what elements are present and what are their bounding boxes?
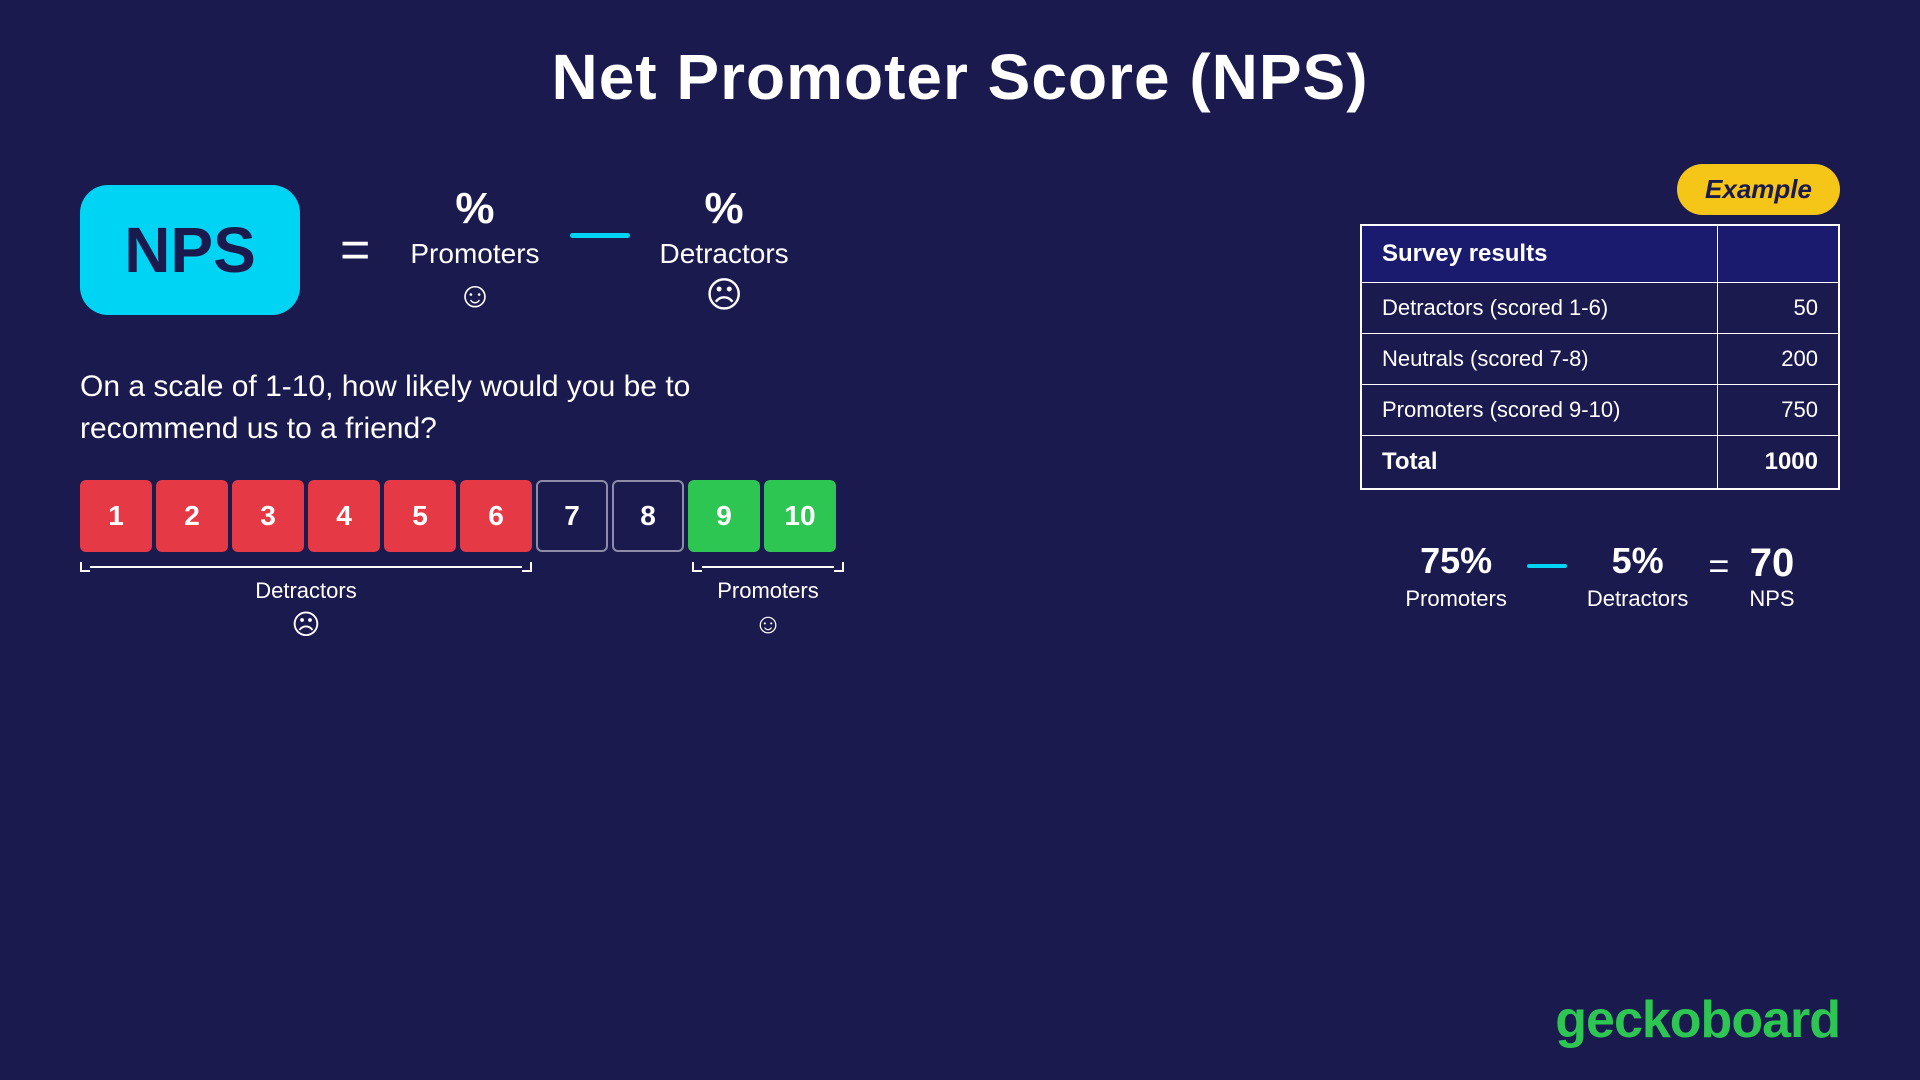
scale-cell-1: 1 <box>80 480 152 552</box>
scale-cell-6: 6 <box>460 480 532 552</box>
promoters-bracket: Promoters ☺ <box>692 562 844 640</box>
table-header-label: Survey results <box>1361 225 1718 283</box>
formula-detractors: % Detractors ☹ <box>660 184 789 316</box>
detractors-row-value: 50 <box>1718 283 1839 334</box>
calc-promoters: 75% Promoters <box>1405 540 1506 612</box>
detractors-label: Detractors <box>660 238 789 270</box>
bracket-promoters-emoji: ☺ <box>754 608 783 640</box>
scale-cell-8: 8 <box>612 480 684 552</box>
nps-calc-row: 75% Promoters 5% Detractors = 70 NPS <box>1360 540 1840 612</box>
calc-nps-value: 70 <box>1750 541 1795 586</box>
bracket-promoters-label: Promoters <box>717 578 818 604</box>
bracket-horizontal-promoter <box>702 566 834 568</box>
table-row-total: Total 1000 <box>1361 436 1839 490</box>
scale-cell-9: 9 <box>688 480 760 552</box>
calc-nps-result: 70 NPS <box>1749 541 1794 612</box>
scale-bar: 1 2 3 4 5 6 7 8 9 10 <box>80 480 1300 552</box>
neutrals-row-value: 200 <box>1718 334 1839 385</box>
total-value: 1000 <box>1718 436 1839 490</box>
nps-badge-text: NPS <box>124 213 256 287</box>
promoters-label: Promoters <box>410 238 539 270</box>
bracket-corner-left <box>80 562 90 572</box>
promoters-row-value: 750 <box>1718 385 1839 436</box>
promoters-emoji: ☺ <box>457 274 494 316</box>
promoters-row-label: Promoters (scored 9-10) <box>1361 385 1718 436</box>
bracket-horizontal-left <box>90 566 522 568</box>
calc-detractors-label: Detractors <box>1587 586 1688 612</box>
detractors-row-label: Detractors (scored 1-6) <box>1361 283 1718 334</box>
nps-badge: NPS <box>80 185 300 315</box>
calc-nps-label: NPS <box>1749 586 1794 612</box>
detractors-emoji: ☹ <box>705 274 743 316</box>
table-header-value <box>1718 225 1839 283</box>
bracket-corner-right <box>522 562 532 572</box>
minus-separator <box>570 233 630 238</box>
bracket-promoter-corner-left <box>692 562 702 572</box>
detractors-bracket: Detractors ☹ <box>80 562 532 641</box>
formula-row: NPS = % Promoters ☺ % Detractors ☹ <box>80 184 1300 316</box>
example-badge: Example <box>1677 164 1840 215</box>
equals-sign: = <box>340 220 370 280</box>
survey-table: Survey results Detractors (scored 1-6) 5… <box>1360 224 1840 490</box>
geckoboard-logo: geckoboard <box>1555 990 1840 1050</box>
scale-cell-3: 3 <box>232 480 304 552</box>
page-title: Net Promoter Score (NPS) <box>0 0 1920 114</box>
neutrals-row-label: Neutrals (scored 7-8) <box>1361 334 1718 385</box>
scale-cell-10: 10 <box>764 480 836 552</box>
calc-promoters-label: Promoters <box>1405 586 1506 612</box>
promoters-percent: % <box>455 184 494 234</box>
right-section: Example Survey results Detractors (score… <box>1360 174 1840 641</box>
minus-dash <box>570 233 630 238</box>
total-label: Total <box>1361 436 1718 490</box>
left-section: NPS = % Promoters ☺ % Detractors ☹ <box>80 174 1300 641</box>
scale-cell-5: 5 <box>384 480 456 552</box>
calc-detractors-pct: 5% <box>1612 540 1664 582</box>
table-row-neutrals: Neutrals (scored 7-8) 200 <box>1361 334 1839 385</box>
table-row-detractors: Detractors (scored 1-6) 50 <box>1361 283 1839 334</box>
calc-equals: = <box>1708 545 1729 587</box>
calc-minus-dash <box>1527 564 1567 568</box>
logo-text: geckoboard <box>1555 991 1840 1049</box>
bracket-detractors-label: Detractors <box>255 578 356 604</box>
scale-cell-2: 2 <box>156 480 228 552</box>
scale-cell-4: 4 <box>308 480 380 552</box>
scale-container: 1 2 3 4 5 6 7 8 9 10 <box>80 480 1300 641</box>
formula-promoters: % Promoters ☺ <box>410 184 539 316</box>
scale-question: On a scale of 1-10, how likely would you… <box>80 366 1300 450</box>
table-row-promoters: Promoters (scored 9-10) 750 <box>1361 385 1839 436</box>
scale-cell-7: 7 <box>536 480 608 552</box>
bracket-promoter-corner-right <box>834 562 844 572</box>
bracket-detractors-emoji: ☹ <box>291 608 320 641</box>
calc-detractors: 5% Detractors <box>1587 540 1688 612</box>
detractors-percent: % <box>705 184 744 234</box>
calc-promoters-pct: 75% <box>1420 540 1492 582</box>
